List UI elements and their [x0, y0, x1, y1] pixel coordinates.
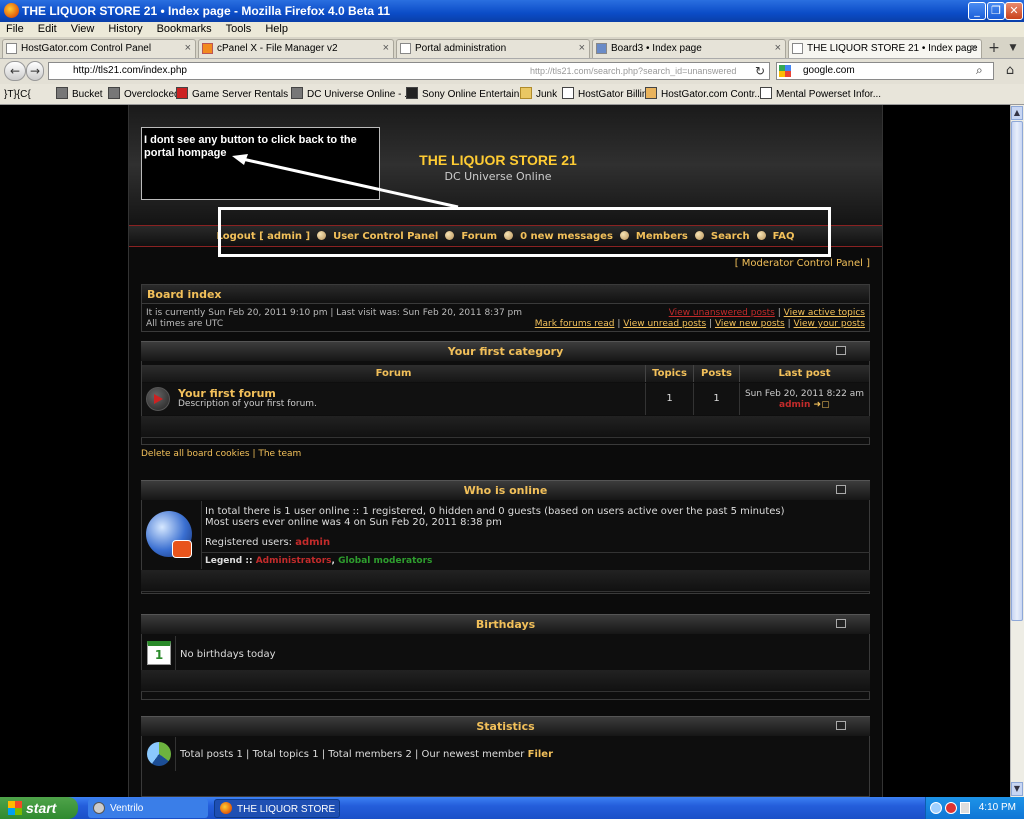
legend-separator: , [331, 556, 335, 566]
online-record: Most users ever online was 4 on Sun Feb … [205, 517, 502, 528]
birthdays-text: No birthdays today [180, 649, 276, 660]
newest-member-link[interactable]: Filer [528, 749, 553, 760]
separator: | [617, 319, 621, 329]
separator: | [252, 449, 256, 459]
current-time: It is currently Sun Feb 20, 2011 9:10 pm… [146, 308, 523, 318]
user-icon [172, 540, 192, 558]
last-post-date: Sun Feb 20, 2011 8:22 am [744, 389, 865, 399]
task-firefox[interactable]: THE LIQUOR STORE ... [214, 799, 340, 818]
forum-last-post [740, 383, 869, 415]
view-new-link[interactable]: View new posts [715, 319, 785, 329]
stats-divider [175, 737, 176, 771]
view-unanswered-link[interactable]: View unanswered posts [669, 308, 775, 318]
view-yours-link[interactable]: View your posts [794, 319, 865, 329]
moderator-cp-link[interactable]: [ Moderator Control Panel ] [700, 258, 870, 269]
birthdays-title[interactable]: Birthdays [476, 618, 535, 631]
calendar-icon: 1 [147, 641, 171, 665]
who-is-online-header: Who is online [141, 480, 870, 500]
stats-text: Total posts 1 | Total topics 1 | Total m… [180, 749, 553, 760]
col-posts: Posts [694, 365, 740, 382]
task-ventrilo[interactable]: Ventrilo [88, 799, 208, 818]
who-is-online-title[interactable]: Who is online [464, 484, 548, 497]
firefox-icon [220, 802, 232, 814]
task-label: THE LIQUOR STORE ... [237, 804, 340, 815]
ventrilo-icon [93, 802, 105, 814]
volume-icon[interactable] [960, 802, 970, 814]
mark-read-link[interactable]: Mark forums read [535, 319, 615, 329]
footer-links: Delete all board cookies | The team [141, 449, 301, 459]
collapse-icon[interactable] [836, 721, 846, 730]
online-total: In total there is 1 user online :: 1 reg… [205, 506, 785, 517]
task-label: Ventrilo [110, 803, 144, 814]
pie-chart-icon [147, 742, 171, 766]
team-link[interactable]: The team [258, 449, 301, 459]
legend-mods-link[interactable]: Global moderators [338, 556, 432, 566]
birthday-divider [175, 636, 176, 670]
play-arrow-icon [154, 394, 163, 404]
board-links-bottom: Mark forums read | View unread posts | V… [480, 319, 865, 329]
clock: 4:10 PM [978, 802, 1016, 813]
view-active-link[interactable]: View active topics [784, 308, 865, 318]
online-divider [201, 501, 202, 569]
category-header: Your first category [141, 341, 870, 361]
online-footer [141, 570, 870, 592]
board-index-title[interactable]: Board index [141, 284, 870, 304]
col-forum: Forum [142, 365, 646, 382]
board-links-top: View unanswered posts | View active topi… [560, 308, 865, 318]
birthdays-footer [141, 670, 870, 692]
col-topics: Topics [646, 365, 694, 382]
category-footer [141, 416, 870, 438]
annotation-highlight-box [218, 207, 831, 257]
registered-users: Registered users: admin [205, 537, 330, 548]
delete-cookies-link[interactable]: Delete all board cookies [141, 449, 250, 459]
last-post-user[interactable]: admin [779, 400, 810, 410]
legend-admins-link[interactable]: Administrators [256, 556, 332, 566]
statistics-header: Statistics [141, 716, 870, 736]
windows-flag-icon [8, 801, 22, 815]
stats-summary: Total posts 1 | Total topics 1 | Total m… [180, 749, 525, 760]
goto-post-icon[interactable]: ➜▢ [810, 400, 830, 410]
registered-label: Registered users: [205, 537, 293, 548]
network-icon[interactable] [930, 802, 942, 814]
statistics-title[interactable]: Statistics [476, 720, 534, 733]
collapse-icon[interactable] [836, 619, 846, 628]
timezone-note: All times are UTC [146, 319, 224, 329]
legend: Legend :: Administrators, Global moderat… [205, 556, 432, 566]
registered-user-link[interactable]: admin [295, 537, 330, 548]
forum-topics-count: 1 [646, 383, 694, 415]
birthdays-header: Birthdays [141, 614, 870, 634]
legend-label: Legend :: [205, 556, 253, 566]
collapse-icon[interactable] [836, 485, 846, 494]
forum-description: Description of your first forum. [178, 399, 317, 409]
collapse-icon[interactable] [836, 346, 846, 355]
category-title[interactable]: Your first category [448, 345, 564, 358]
forum-posts-count: 1 [694, 383, 740, 415]
security-icon[interactable] [945, 802, 957, 814]
separator: | [777, 308, 781, 318]
last-post-user-wrap: admin ➜▢ [779, 400, 830, 410]
legend-divider [201, 552, 870, 553]
separator: | [709, 319, 713, 329]
view-unread-link[interactable]: View unread posts [623, 319, 706, 329]
col-last-post: Last post [740, 365, 869, 382]
separator: | [787, 319, 791, 329]
